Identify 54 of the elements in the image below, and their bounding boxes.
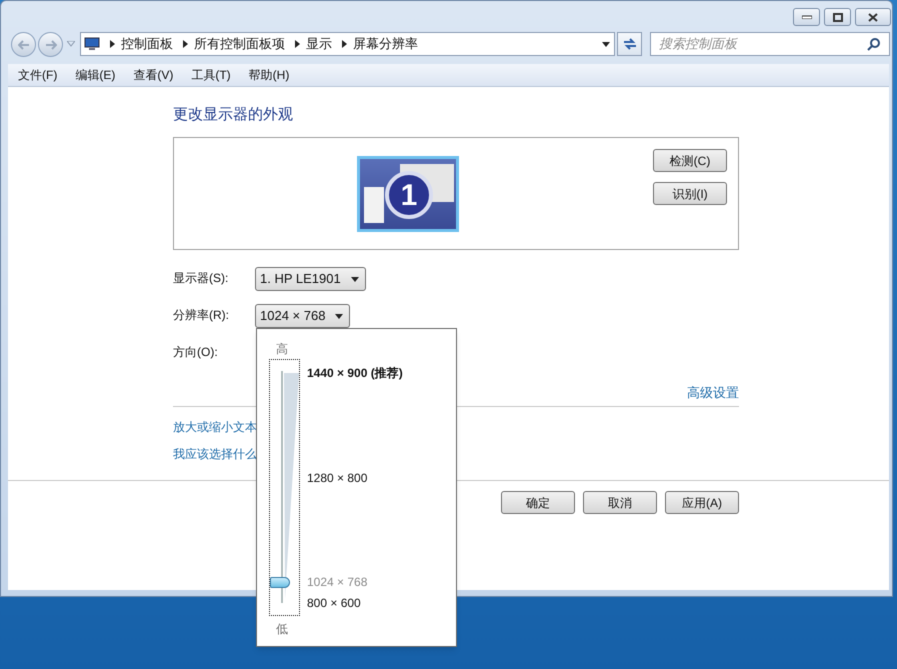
chevron-icon[interactable] xyxy=(295,40,300,48)
monitor-drawing[interactable]: 1 xyxy=(357,156,459,232)
menu-item[interactable]: 文件(F) xyxy=(10,66,66,84)
dropdown[interactable]: 1. HP LE1901 xyxy=(255,267,366,291)
refresh-button[interactable] xyxy=(617,32,642,56)
monitor-icon xyxy=(84,37,100,51)
low-label: 低 xyxy=(276,621,288,638)
search-field[interactable]: 搜索控制面板 xyxy=(650,32,890,56)
caret-icon xyxy=(335,314,344,318)
breadcrumb[interactable]: 控制面板 xyxy=(121,34,173,54)
window-thumbnail xyxy=(364,187,384,223)
page-heading: 更改显示器的外观 xyxy=(173,105,293,125)
maximize-button[interactable] xyxy=(824,8,851,26)
monitor-number: 1 xyxy=(385,171,433,219)
address-bar[interactable]: 控制面板 所有控制面板项 显示 屏幕分辨率 xyxy=(80,32,615,56)
menu-item[interactable]: 查看(V) xyxy=(125,66,182,84)
breadcrumb[interactable]: 屏幕分辨率 xyxy=(353,34,418,54)
help-link[interactable]: 放大或缩小文本 xyxy=(173,418,257,436)
dropdown[interactable]: 1024 × 768 xyxy=(255,304,350,328)
chevron-icon[interactable] xyxy=(342,40,347,48)
resolution-option[interactable]: 1440 × 900 (推荐) xyxy=(307,365,403,381)
dialog-button[interactable]: 取消 xyxy=(583,491,657,514)
maximize-icon xyxy=(832,12,842,22)
minimize-button[interactable] xyxy=(793,8,820,26)
setting-label: 方向(O): xyxy=(173,344,218,361)
dropdown-caret-icon[interactable] xyxy=(602,42,610,46)
minimize-icon xyxy=(802,15,812,19)
search-icon xyxy=(867,37,881,51)
advanced-settings-link[interactable]: 高级设置 xyxy=(687,383,739,402)
help-link[interactable]: 我应该选择什么 xyxy=(173,445,257,463)
search-input[interactable]: 搜索控制面板 xyxy=(659,34,867,54)
setting-label: 分辨率(R): xyxy=(173,307,229,324)
back-arrow-icon xyxy=(18,40,30,50)
chevron-icon[interactable] xyxy=(183,40,188,48)
setting-label: 显示器(S): xyxy=(173,270,228,287)
slider-thumb[interactable] xyxy=(270,576,290,588)
dialog-button[interactable]: 应用(A) xyxy=(665,491,739,514)
breadcrumb[interactable]: 所有控制面板项 xyxy=(194,34,285,54)
caret-icon xyxy=(350,276,359,282)
refresh-arrows-icon xyxy=(622,38,636,50)
high-label: 高 xyxy=(276,341,288,358)
panel-button[interactable]: 检测(C) xyxy=(653,149,727,172)
resolution-option[interactable]: 1280 × 800 xyxy=(307,470,368,486)
breadcrumb[interactable]: 显示 xyxy=(306,34,332,54)
menu-item[interactable]: 编辑(E) xyxy=(67,66,124,84)
chevron-icon[interactable] xyxy=(110,40,115,48)
menu-item[interactable]: 工具(T) xyxy=(183,66,239,84)
close-button[interactable] xyxy=(855,8,891,26)
dialog-button[interactable]: 确定 xyxy=(501,491,575,514)
close-icon xyxy=(868,12,878,22)
menu-item[interactable]: 帮助(H) xyxy=(240,66,298,84)
forward-arrow-icon xyxy=(44,40,56,50)
resolution-option[interactable]: 800 × 600 xyxy=(307,595,361,611)
panel-button[interactable]: 识别(I) xyxy=(653,182,727,205)
